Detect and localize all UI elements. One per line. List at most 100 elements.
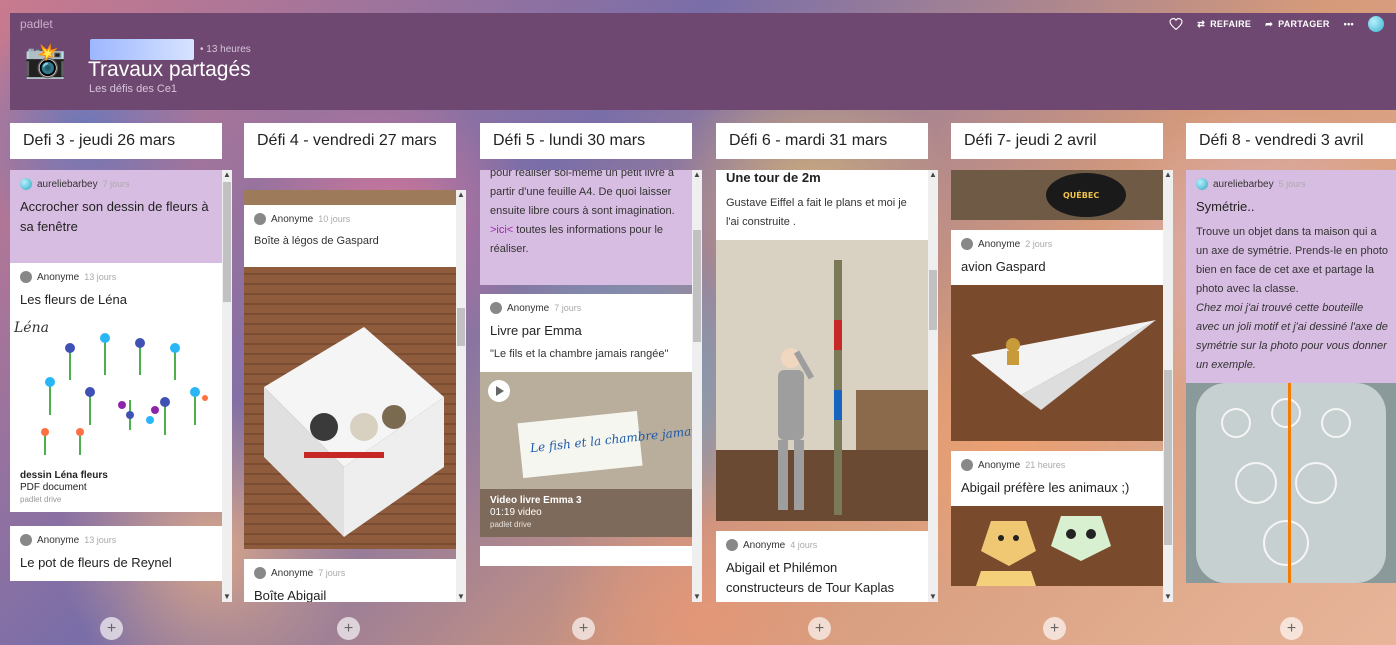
column-defi-7: Défi 7- jeudi 2 avril QUÉBEC Anonyme 2 j… xyxy=(951,123,1173,602)
video-thumbnail: Le fish et la chambre jamais rangée!!! xyxy=(480,372,692,489)
post-author: Anonyme xyxy=(978,459,1021,471)
post-age: 4 jours xyxy=(790,540,818,550)
cap-photo[interactable]: QUÉBEC xyxy=(951,170,1163,220)
play-icon[interactable] xyxy=(488,380,510,402)
post-card-partial[interactable] xyxy=(480,546,692,566)
post-title: Les fleurs de Léna xyxy=(20,292,127,307)
flowers-drawing-image[interactable]: Léna xyxy=(10,310,222,464)
bottle-photo[interactable] xyxy=(1186,383,1396,583)
column-body: aureliebarbey 7 jours Accrocher son dess… xyxy=(10,170,222,602)
column-title[interactable]: Défi 4 - vendredi 27 mars xyxy=(244,123,456,178)
column-body: aureliebarbey 5 jours Symétrie.. Trouve … xyxy=(1186,170,1396,602)
post-title: Symétrie.. xyxy=(1196,199,1255,214)
post-author: aureliebarbey xyxy=(37,178,98,190)
scroll-down-icon[interactable]: ▼ xyxy=(1163,592,1173,602)
post-author: Anonyme xyxy=(507,302,550,314)
scroll-up-icon[interactable]: ▲ xyxy=(456,190,466,200)
remake-button[interactable]: ⇄ REFAIRE xyxy=(1197,19,1251,30)
post-author: Anonyme xyxy=(978,238,1021,250)
column-scrollbar[interactable]: ▲ ▼ xyxy=(222,170,232,602)
scroll-thumb[interactable] xyxy=(929,270,937,330)
post-link[interactable]: >ici< xyxy=(490,224,513,236)
scroll-down-icon[interactable]: ▼ xyxy=(222,592,232,602)
post-card[interactable]: aureliebarbey 5 jours Symétrie.. Trouve … xyxy=(1186,170,1396,383)
post-title: Le pot de fleurs de Reynel xyxy=(20,555,172,570)
post-age: 13 jours xyxy=(84,535,117,545)
post-card[interactable]: Anonyme 21 heures Abigail préfère les an… xyxy=(951,451,1163,506)
post-author: Anonyme xyxy=(37,271,80,283)
post-card[interactable]: Anonyme 7 jours Boîte Abigail xyxy=(244,559,456,602)
share-icon: ➦ xyxy=(1265,18,1274,29)
column-title[interactable]: Défi 7- jeudi 2 avril xyxy=(951,123,1163,159)
add-post-button[interactable]: + xyxy=(808,617,831,640)
post-byline: Anonyme 10 jours xyxy=(254,213,446,225)
scroll-up-icon[interactable]: ▲ xyxy=(928,170,938,180)
padlet-title: Travaux partagés xyxy=(88,58,251,81)
lego-box-photo[interactable] xyxy=(244,267,456,549)
scroll-thumb[interactable] xyxy=(223,182,231,302)
post-card[interactable]: Une tour de 2m Gustave Eiffel a fait le … xyxy=(716,170,928,240)
post-byline: Anonyme 7 jours xyxy=(254,567,446,579)
post-byline: aureliebarbey 7 jours xyxy=(20,178,212,190)
share-button[interactable]: ➦ PARTAGER xyxy=(1265,19,1329,30)
add-post-button[interactable]: + xyxy=(1280,617,1303,640)
post-age: 2 jours xyxy=(1025,239,1053,249)
column-body: QUÉBEC Anonyme 2 jours avion Gaspard Ano… xyxy=(951,170,1163,602)
post-title: Une tour de 2m xyxy=(726,170,821,185)
post-card[interactable]: Anonyme 13 jours Le pot de fleurs de Rey… xyxy=(10,526,222,581)
post-card[interactable]: Anonyme 7 jours Livre par Emma "Le fils … xyxy=(480,294,692,372)
column-title[interactable]: Défi 8 - vendredi 3 avril xyxy=(1186,123,1396,159)
post-age: 7 jours xyxy=(318,568,346,578)
column-title[interactable]: Défi 5 - lundi 30 mars xyxy=(480,123,692,159)
post-age: 10 jours xyxy=(318,214,351,224)
post-card[interactable]: Anonyme 10 jours Boîte à légos de Gaspar… xyxy=(244,205,456,267)
post-card[interactable]: Anonyme 2 jours avion Gaspard xyxy=(951,230,1163,285)
column-title[interactable]: Defi 3 - jeudi 26 mars xyxy=(10,123,222,159)
post-author: Anonyme xyxy=(743,539,786,551)
post-title: Abigail préfère les animaux ;) xyxy=(961,480,1130,495)
paper-plane-photo[interactable] xyxy=(951,285,1163,441)
attachment-info[interactable]: Video livre Emma 3 01:19 video padlet dr… xyxy=(480,489,692,537)
post-age: 7 jours xyxy=(102,179,130,189)
add-post-button[interactable]: + xyxy=(100,617,123,640)
avatar xyxy=(254,213,266,225)
more-button[interactable]: ••• xyxy=(1344,19,1354,29)
attachment-type: PDF document xyxy=(20,482,87,493)
add-post-button[interactable]: + xyxy=(1043,617,1066,640)
scroll-down-icon[interactable]: ▼ xyxy=(928,592,938,602)
column-title[interactable]: Défi 6 - mardi 31 mars xyxy=(716,123,928,159)
video-attachment[interactable]: Le fish et la chambre jamais rangée!!! xyxy=(480,372,692,489)
scroll-thumb[interactable] xyxy=(457,308,465,346)
scroll-down-icon[interactable]: ▼ xyxy=(692,592,702,602)
scroll-down-icon[interactable]: ▼ xyxy=(456,592,466,602)
post-byline: Anonyme 2 jours xyxy=(961,238,1153,250)
post-title: Boîte Abigail xyxy=(254,588,327,602)
post-title: Livre par Emma xyxy=(490,323,582,338)
scroll-thumb[interactable] xyxy=(693,230,701,342)
post-card[interactable]: pour réaliser soi-même un petit livre à … xyxy=(480,170,692,285)
column-scrollbar[interactable]: ▲ ▼ xyxy=(692,170,702,602)
column-scrollbar[interactable]: ▲ ▼ xyxy=(456,190,466,602)
avatar xyxy=(20,534,32,546)
origami-animals-photo[interactable] xyxy=(951,506,1163,586)
post-card[interactable]: Anonyme 4 jours Abigail et Philémon cons… xyxy=(716,531,928,602)
avatar xyxy=(20,178,32,190)
attachment-type: 01:19 video xyxy=(490,507,542,518)
scroll-up-icon[interactable]: ▲ xyxy=(1163,170,1173,180)
kapla-tower-photo[interactable] xyxy=(716,240,928,521)
column-scrollbar[interactable]: ▲ ▼ xyxy=(928,170,938,602)
attachment-info[interactable]: dessin Léna fleurs PDF document padlet d… xyxy=(10,464,222,512)
scroll-thumb[interactable] xyxy=(1164,370,1172,545)
scroll-up-icon[interactable]: ▲ xyxy=(222,170,232,180)
post-card[interactable]: aureliebarbey 7 jours Accrocher son dess… xyxy=(10,170,222,263)
post-card[interactable]: Anonyme 13 jours Les fleurs de Léna xyxy=(10,263,222,310)
add-post-button[interactable]: + xyxy=(572,617,595,640)
brand-logo[interactable]: padlet xyxy=(20,17,53,31)
post-text: pour réaliser soi-même un petit livre à … xyxy=(490,170,682,259)
add-post-button[interactable]: + xyxy=(337,617,360,640)
scroll-up-icon[interactable]: ▲ xyxy=(692,170,702,180)
column-scrollbar[interactable]: ▲ ▼ xyxy=(1163,170,1173,602)
heart-icon[interactable] xyxy=(1169,18,1183,30)
account-icon[interactable] xyxy=(1368,16,1384,32)
avatar xyxy=(20,271,32,283)
